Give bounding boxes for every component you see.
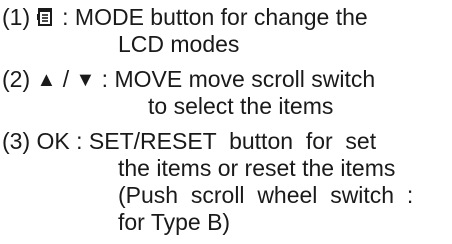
item-3-line-2: the items or reset the items bbox=[118, 155, 396, 181]
item-1-number: (1) bbox=[2, 4, 31, 30]
item-2-line-2: to select the items bbox=[148, 93, 334, 119]
item-2-line-1: (2) ▲ / ▼ : MOVE move scroll switch bbox=[2, 66, 375, 94]
up-triangle-icon: ▲ bbox=[36, 69, 57, 91]
item-2-separator: / bbox=[56, 66, 76, 92]
mode-document-icon bbox=[37, 7, 53, 27]
item-3-line-4: for Type B) bbox=[118, 209, 231, 235]
instruction-list: (1) : MODE button for change the LCD mod… bbox=[0, 0, 452, 244]
item-2-description: : MOVE move scroll switch bbox=[95, 66, 376, 92]
item-2-number: (2) bbox=[2, 66, 31, 92]
item-3-number: (3) bbox=[2, 128, 31, 154]
item-1-description: : MODE button for change the bbox=[62, 4, 368, 30]
item-3-line-1: (3) OK : SET/RESET button for set bbox=[2, 128, 376, 155]
item-1-line-1: (1) : MODE button for change the bbox=[2, 4, 368, 31]
item-1-line-2: LCD modes bbox=[118, 31, 240, 57]
item-3-description: : SET/RESET button for set bbox=[69, 128, 377, 154]
item-3-key: OK bbox=[36, 128, 70, 154]
down-triangle-icon: ▼ bbox=[75, 69, 96, 91]
item-3-line-3: (Push scroll wheel switch : bbox=[118, 182, 414, 208]
